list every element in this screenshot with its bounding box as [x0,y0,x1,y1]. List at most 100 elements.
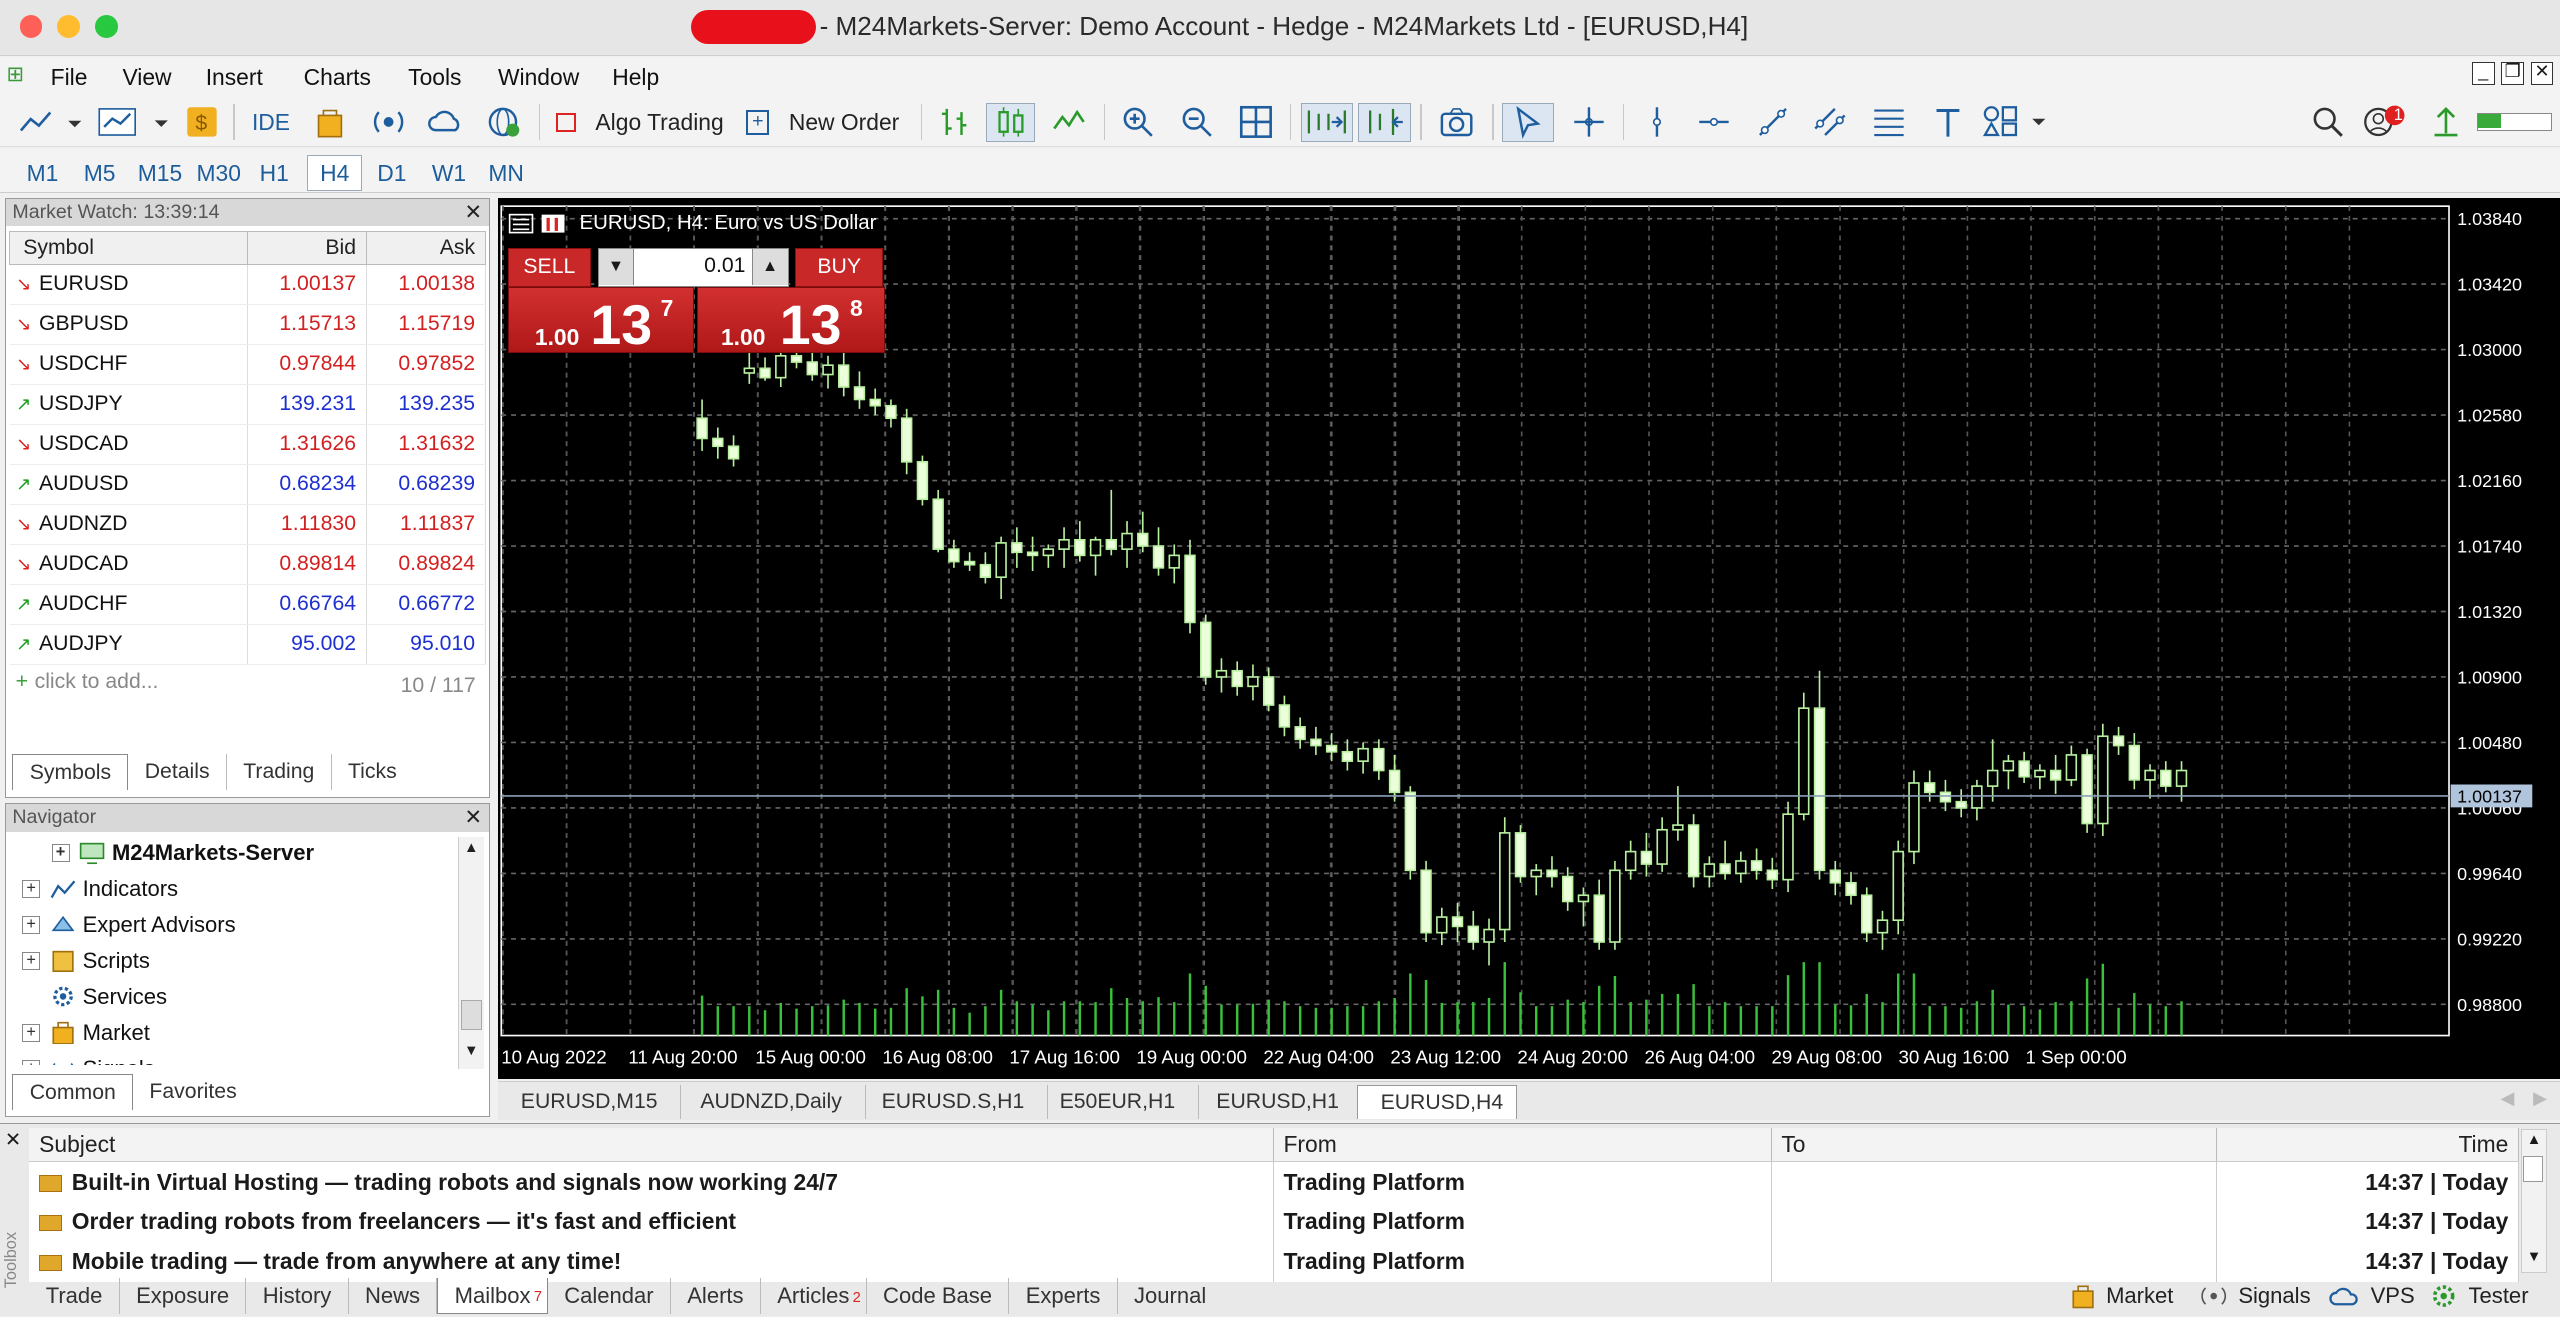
link-market[interactable]: Market [2070,1278,2173,1314]
tab-exposure[interactable]: Exposure [120,1277,247,1314]
col-to[interactable]: To [1771,1127,2218,1163]
tab-calendar[interactable]: Calendar [548,1277,671,1314]
expand-icon[interactable]: + [22,916,41,935]
profiles-icon[interactable] [95,103,177,142]
mail-row[interactable]: Mobile trading — trade from anywhere at … [29,1241,2520,1282]
cursor-icon[interactable] [1502,102,1555,142]
tab-journal[interactable]: Journal [1118,1278,1223,1314]
scroll-thumb[interactable] [2523,1156,2543,1183]
screenshot-icon[interactable] [1433,103,1479,142]
deposit-icon[interactable]: $ [183,103,222,142]
scroll-down-icon[interactable]: ▼ [2527,1249,2542,1265]
auto-scroll-icon[interactable] [1301,102,1354,142]
symbol-row[interactable]: ↘ USDCAD 1.31626 1.31632 [9,424,486,465]
tab-ticks[interactable]: Ticks [332,754,413,790]
account-icon[interactable]: 1 [2361,103,2410,142]
timeframe-m15[interactable]: M15 [131,155,190,191]
tab-mailbox[interactable]: Mailbox 7 [437,1277,548,1314]
connection-status-icon[interactable] [2426,103,2465,142]
nav-scripts[interactable]: + Scripts [22,945,150,978]
sell-price-box[interactable]: 1.00 13 7 [507,287,694,356]
tab-experts[interactable]: Experts [1009,1277,1118,1314]
tile-windows-icon[interactable] [1234,103,1276,142]
signals-icon[interactable] [367,103,409,142]
trendline-icon[interactable] [1752,103,1794,142]
chart-tab[interactable]: EURUSD,M15 [498,1085,682,1120]
nav-signals[interactable]: + Signals [22,1052,155,1066]
scroll-down-icon[interactable]: ▼ [464,1043,479,1059]
nav-market[interactable]: + Market [22,1016,150,1049]
tabs-scroll-right-icon[interactable]: ▶ [2533,1088,2547,1109]
scroll-up-icon[interactable]: ▲ [2527,1132,2542,1148]
menu-view[interactable]: View [122,64,171,91]
expand-icon[interactable]: + [22,1060,41,1066]
menu-help[interactable]: Help [612,64,659,91]
buy-price-box[interactable]: 1.00 13 8 [697,287,885,356]
market-watch-close-icon[interactable]: ✕ [464,199,482,227]
chart-tab[interactable]: EURUSD.S,H1 [859,1085,1049,1120]
mdi-restore-icon[interactable]: ❐ [2501,62,2525,85]
chart-tab[interactable]: E50EUR,H1 [1037,1085,1199,1120]
symbol-row[interactable]: ↗ AUDJPY 95.002 95.010 [9,624,486,665]
tab-trading[interactable]: Trading [227,753,332,790]
chart-shift-icon[interactable] [1358,102,1411,142]
col-ask[interactable]: Ask [365,231,486,265]
line-chart-icon[interactable] [1048,103,1090,142]
tab-details[interactable]: Details [128,753,227,790]
chart-tab-active[interactable]: EURUSD,H4 [1356,1085,1517,1120]
symbol-row[interactable]: ↘ EURUSD 1.00137 1.00138 [9,264,486,305]
vps-cloud-icon[interactable] [424,103,466,142]
timeframe-w1[interactable]: W1 [424,155,473,191]
close-window-button[interactable] [19,14,43,38]
menu-window[interactable]: Window [498,64,579,91]
maximize-window-button[interactable] [94,14,118,38]
col-symbol[interactable]: Symbol [9,231,248,265]
tab-history[interactable]: History [246,1277,349,1314]
timeframe-mn[interactable]: MN [482,155,531,191]
col-subject[interactable]: Subject [29,1127,1274,1163]
toolbox-scrollbar[interactable]: ▲ ▼ [2520,1129,2547,1273]
symbol-row[interactable]: ↘ GBPUSD 1.15713 1.15719 [9,304,486,345]
nav-services[interactable]: Services [50,981,167,1014]
timeframe-m5[interactable]: M5 [73,155,125,191]
link-vps[interactable]: VPS [2328,1278,2415,1314]
timeframe-d1[interactable]: D1 [367,155,416,191]
sell-button[interactable]: SELL [507,248,591,288]
symbol-row[interactable]: ↗ USDJPY 139.231 139.235 [9,384,486,425]
fibonacci-icon[interactable] [1868,103,1910,142]
menu-charts[interactable]: Charts [304,64,371,91]
lot-increase-icon[interactable]: ▲ [751,249,788,286]
timeframe-h4[interactable]: H4 [306,155,363,191]
crosshair-icon[interactable] [1567,103,1609,142]
timeframe-m30[interactable]: M30 [189,155,248,191]
col-from[interactable]: From [1273,1127,1772,1163]
bar-chart-icon[interactable] [934,103,976,142]
mdi-close-icon[interactable]: ✕ [2530,62,2554,85]
col-time[interactable]: Time [2216,1127,2520,1163]
link-tester[interactable]: Tester [2429,1278,2529,1314]
link-signals[interactable]: Signals [2199,1278,2311,1314]
algo-trading-button[interactable]: Algo Trading [555,103,725,142]
market-bag-icon[interactable] [310,103,349,142]
chart-tab[interactable]: EURUSD,H1 [1193,1085,1363,1120]
ide-button[interactable]: IDE [245,103,297,142]
search-icon[interactable] [2309,103,2348,142]
expand-icon[interactable]: + [22,952,41,970]
timeframe-m1[interactable]: M1 [16,155,68,191]
tab-code-base[interactable]: Code Base [867,1277,1010,1314]
channel-icon[interactable] [1809,103,1851,142]
nav-server[interactable]: + M24Markets-Server [51,837,314,870]
expand-icon[interactable]: + [51,844,70,863]
horizontal-line-icon[interactable] [1693,103,1735,142]
menu-file[interactable]: File [51,64,88,91]
symbol-row[interactable]: ↘ USDCHF 0.97844 0.97852 [9,344,486,385]
navigator-scrollbar[interactable]: ▲ ▼ [458,836,485,1069]
tab-trade[interactable]: Trade [29,1277,120,1314]
add-symbol-row[interactable]: + click to add... [16,670,159,694]
nav-expert-advisors[interactable]: + Expert Advisors [22,909,236,942]
mail-row[interactable]: Built-in Virtual Hosting — trading robot… [29,1161,2520,1202]
tab-news[interactable]: News [349,1277,438,1314]
col-bid[interactable]: Bid [246,231,367,265]
symbol-row[interactable]: ↗ AUDUSD 0.68234 0.68239 [9,464,486,505]
buy-button[interactable]: BUY [795,248,884,288]
